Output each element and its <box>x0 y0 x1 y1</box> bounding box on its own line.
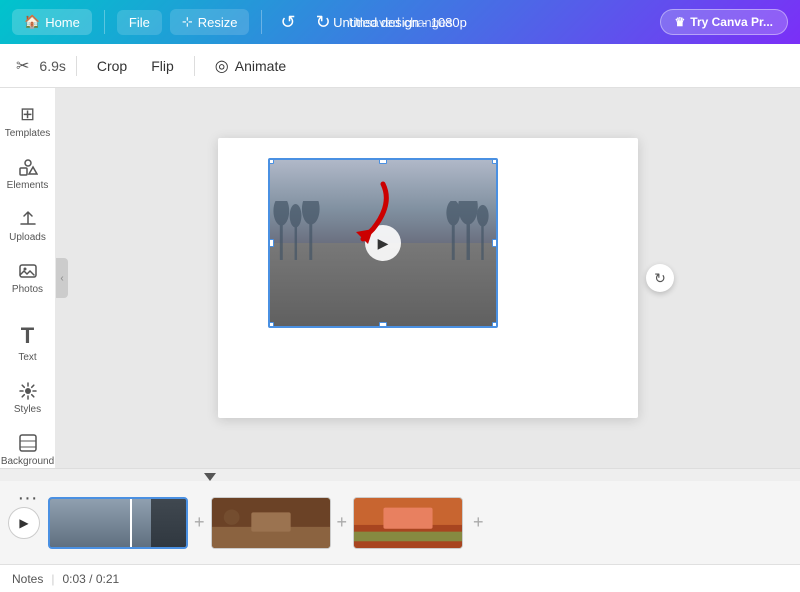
clip-part-dark <box>151 499 186 547</box>
clip-scrubber-line <box>130 499 132 547</box>
background-icon <box>18 433 38 453</box>
handle-bottom-mid[interactable] <box>379 322 387 328</box>
bottom-status: Notes | 0:03 / 0:21 <box>0 564 800 592</box>
duration-label: 6.9s <box>39 58 65 74</box>
toolbar-separator <box>76 56 77 76</box>
timeline-play-button[interactable]: ▶ <box>8 507 40 539</box>
elements-icon <box>18 157 38 177</box>
file-label: File <box>129 15 150 30</box>
templates-icon: ⊞ <box>20 104 35 125</box>
status-separator: | <box>51 572 54 586</box>
flip-button[interactable]: Flip <box>141 53 184 79</box>
resize-label: Resize <box>198 15 238 30</box>
red-arrow-svg <box>318 174 398 254</box>
sidebar: ⊞ Templates Elements Uploads Photos T Te… <box>0 88 56 468</box>
clip3-thumbnail <box>354 498 462 548</box>
handle-top-right[interactable] <box>492 158 498 164</box>
sidebar-item-text[interactable]: T Text <box>3 315 53 371</box>
handle-top-left[interactable] <box>268 158 274 164</box>
handle-bottom-right[interactable] <box>492 322 498 328</box>
animate-button[interactable]: ◎ Animate <box>205 51 296 81</box>
canvas-rotate-button[interactable]: ↻ <box>646 264 674 292</box>
text-label: Text <box>18 352 36 363</box>
animate-label: Animate <box>235 58 286 74</box>
clip-2[interactable] <box>211 497 331 549</box>
undo-icon: ↺ <box>280 12 295 33</box>
top-nav: 🏠 Home File ⊹ Resize ↺ ↻ Unsaved changes… <box>0 0 800 44</box>
main-layout: ⊞ Templates Elements Uploads Photos T Te… <box>0 88 800 468</box>
try-canva-button[interactable]: Try Canva Pr... <box>660 9 788 35</box>
home-icon: 🏠 <box>24 14 40 30</box>
animate-icon: ◎ <box>215 56 229 76</box>
styles-label: Styles <box>14 404 41 415</box>
uploads-label: Uploads <box>9 232 46 243</box>
timeline-content: ▶ + + <box>0 481 800 564</box>
document-title: Untitled design - 1080p <box>333 15 467 30</box>
styles-icon <box>18 381 38 401</box>
collapse-handle[interactable]: ‹ <box>56 258 68 298</box>
photos-label: Photos <box>12 284 43 295</box>
sidebar-item-uploads[interactable]: Uploads <box>3 201 53 251</box>
canvas-container: ▶ ↻ ↻ <box>218 138 638 418</box>
nav-separator <box>104 10 105 34</box>
timeline-scrubber <box>0 469 800 481</box>
crop-label: Crop <box>97 58 127 74</box>
sidebar-item-background[interactable]: Background <box>3 425 53 475</box>
canvas-area: ‹ ▶ <box>56 88 800 468</box>
redo-icon: ↻ <box>316 12 331 33</box>
text-icon: T <box>21 323 34 349</box>
file-button[interactable]: File <box>117 10 162 35</box>
elements-label: Elements <box>7 180 49 191</box>
handle-top-mid[interactable] <box>379 158 387 164</box>
add-after-clip3-button[interactable]: + <box>473 512 484 533</box>
toolbar-separator-2 <box>194 56 195 76</box>
uploads-icon <box>18 209 38 229</box>
resize-icon: ⊹ <box>182 14 193 30</box>
clip-part-light <box>50 499 151 547</box>
templates-label: Templates <box>5 128 51 139</box>
sidebar-item-templates[interactable]: ⊞ Templates <box>3 96 53 147</box>
clip2-thumbnail <box>212 498 330 548</box>
try-canva-label: Try Canva Pr... <box>690 15 773 29</box>
crop-button[interactable]: Crop <box>87 53 137 79</box>
toolbar: ✂ 6.9s Crop Flip ◎ Animate <box>0 44 800 88</box>
add-after-clip2-button[interactable]: + <box>337 512 348 533</box>
nav-separator-2 <box>261 10 262 34</box>
sidebar-item-elements[interactable]: Elements <box>3 149 53 199</box>
crown-icon <box>675 15 686 29</box>
background-label: Background <box>1 456 54 467</box>
home-label: Home <box>45 15 80 30</box>
notes-label[interactable]: Notes <box>12 572 43 586</box>
clip-3[interactable] <box>353 497 463 549</box>
home-button[interactable]: 🏠 Home <box>12 9 92 35</box>
resize-button[interactable]: ⊹ Resize <box>170 9 250 35</box>
scissors-icon: ✂ <box>16 56 29 76</box>
undo-button[interactable]: ↺ <box>274 8 301 37</box>
timeline-clips: + + + <box>48 495 784 551</box>
sidebar-item-photos[interactable]: Photos <box>3 253 53 303</box>
sidebar-item-styles[interactable]: Styles <box>3 373 53 423</box>
nav-right: Try Canva Pr... <box>660 9 788 35</box>
handle-bottom-left[interactable] <box>268 322 274 328</box>
flip-label: Flip <box>151 58 174 74</box>
scrubber-marker <box>204 473 216 481</box>
timeline-section: ▶ + + <box>0 468 800 564</box>
add-after-clip1-button[interactable]: + <box>194 512 205 533</box>
arrow-annotation <box>318 174 398 259</box>
photos-icon <box>18 261 38 281</box>
clip-main[interactable] <box>48 497 188 549</box>
time-label: 0:03 / 0:21 <box>62 572 119 586</box>
